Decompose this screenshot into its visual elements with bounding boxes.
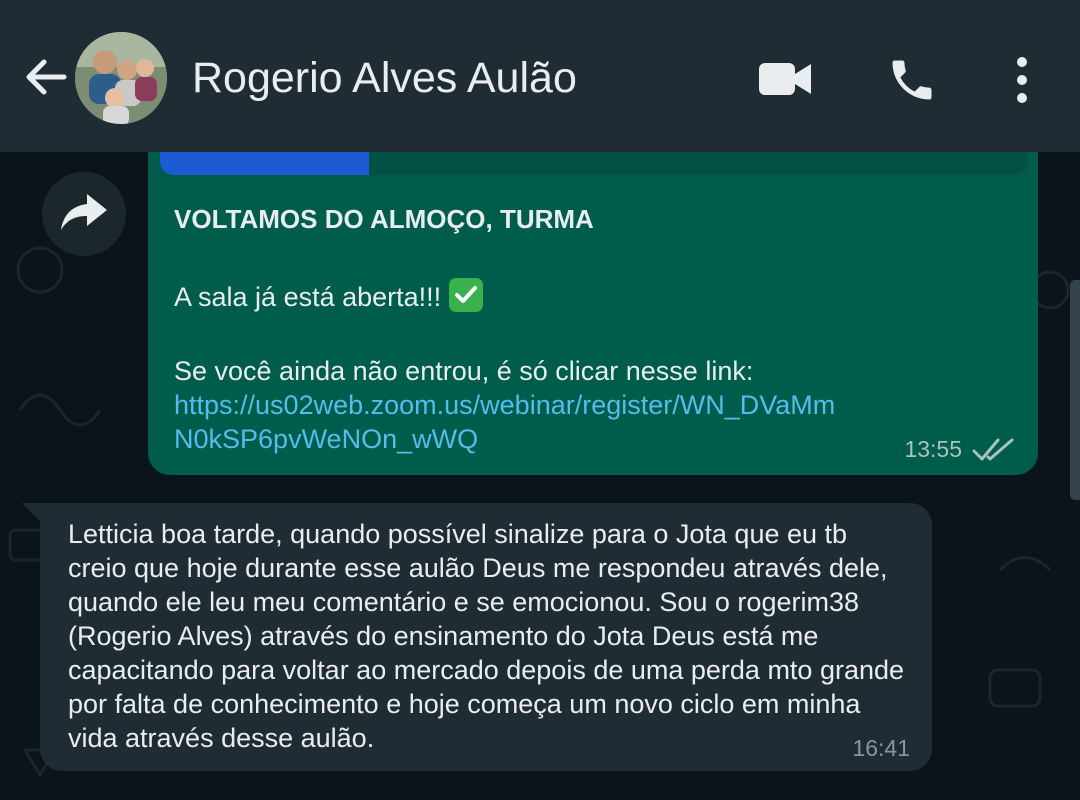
message-heading: VOLTAMOS DO ALMOÇO, TURMA bbox=[174, 204, 594, 234]
phone-icon[interactable] bbox=[886, 54, 938, 106]
message-text: Letticia boa tarde, quando possível sina… bbox=[68, 519, 905, 753]
more-vertical-icon[interactable] bbox=[1008, 54, 1036, 106]
message-line-text: A sala já está aberta!!! bbox=[174, 282, 442, 312]
double-check-icon bbox=[972, 436, 1016, 464]
video-camera-icon[interactable] bbox=[757, 58, 813, 100]
chat-title[interactable]: Rogerio Alves Aulão bbox=[192, 52, 577, 104]
contact-avatar[interactable] bbox=[75, 32, 167, 124]
message-timestamp: 13:55 bbox=[904, 436, 962, 462]
message-line: Se você ainda não entrou, é só clicar ne… bbox=[174, 356, 754, 386]
chat-header: Rogerio Alves Aulão bbox=[0, 0, 1080, 152]
message-line: A sala já está aberta!!! bbox=[174, 278, 484, 314]
forward-icon bbox=[59, 192, 109, 237]
message-timestamp: 16:41 bbox=[852, 735, 910, 761]
forward-button[interactable] bbox=[42, 172, 126, 256]
message-link[interactable]: https://us02web.zoom.us/webinar/register… bbox=[174, 388, 854, 456]
check-mark-icon bbox=[449, 278, 484, 312]
scrollbar[interactable] bbox=[1070, 280, 1080, 500]
incoming-message[interactable]: Letticia boa tarde, quando possível sina… bbox=[40, 503, 932, 771]
arrow-left-icon[interactable] bbox=[20, 52, 70, 102]
outgoing-message[interactable]: VOLTAMOS DO ALMOÇO, TURMA A sala já está… bbox=[148, 120, 1038, 475]
